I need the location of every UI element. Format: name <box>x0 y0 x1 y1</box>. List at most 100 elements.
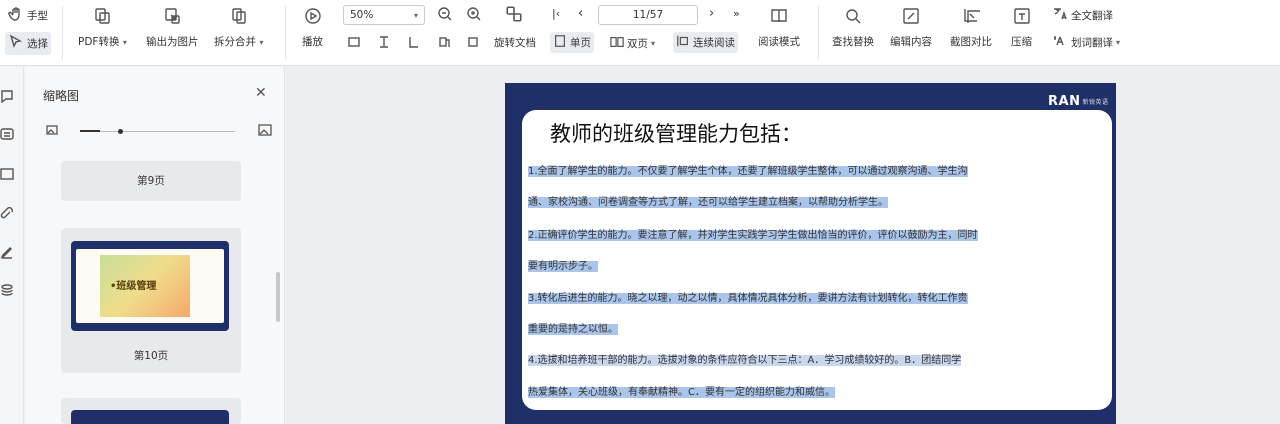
page-indicator: 11/57 <box>632 9 664 21</box>
annotation-panel-button[interactable] <box>0 167 14 181</box>
slider-handle[interactable] <box>118 129 123 134</box>
brand-logo: RAN 新锐英语 <box>1048 94 1109 109</box>
double-page-icon <box>610 35 624 52</box>
translate-icon <box>1052 6 1068 25</box>
book-icon <box>769 6 789 29</box>
screenshot-compare-label: 截图对比 <box>950 36 992 48</box>
pdf-convert-button[interactable]: PDF转换 ▾ <box>78 6 127 49</box>
next-page-button[interactable]: › <box>709 6 714 21</box>
slide-text-line[interactable]: 2.正确评价学生的能力。要注意了解，并对学生实践学习学生做出恰当的评价，评价以鼓… <box>528 228 978 244</box>
actual-size-icon <box>347 35 361 52</box>
chevron-down-icon: ▾ <box>122 38 127 47</box>
zoom-select[interactable]: 50% ▾ <box>343 5 425 25</box>
document-viewer[interactable]: RAN 新锐英语 教师的班级管理能力包括： 1.全面了解学生的能力。不仅要了解学生… <box>286 67 1280 424</box>
bookmark-panel-button[interactable] <box>0 89 14 106</box>
slide-page: RAN 新锐英语 教师的班级管理能力包括： 1.全面了解学生的能力。不仅要了解学生… <box>505 83 1116 424</box>
signature-panel-button[interactable] <box>0 245 14 259</box>
bookmark-icon <box>0 90 14 106</box>
slide-text-line[interactable]: 通、家校沟通、问卷调查等方式了解，还可以给学生建立档案，以帮助分析学生。 <box>528 195 888 211</box>
layers-panel-button[interactable] <box>0 283 14 297</box>
last-page-button[interactable]: » <box>733 7 740 20</box>
hand-tool-label: 手型 <box>27 10 48 22</box>
rotate-right-button[interactable] <box>466 35 480 52</box>
fit-height-icon <box>377 35 391 52</box>
fit-height-button[interactable] <box>377 35 391 52</box>
large-image-icon <box>257 122 273 141</box>
single-page-icon <box>553 34 567 51</box>
full-translate-button[interactable]: 全文翻译 <box>1052 6 1113 25</box>
toolbar-divider <box>62 6 63 60</box>
rotate-left-icon <box>437 35 451 52</box>
edit-content-label: 编辑内容 <box>890 36 932 48</box>
thumbnail-page-11[interactable] <box>61 398 241 424</box>
thumbnail-icon <box>0 128 14 144</box>
chevron-down-icon: ▾ <box>413 10 418 20</box>
attachment-panel-button[interactable] <box>0 207 14 221</box>
export-image-label: 输出为图片 <box>146 36 199 48</box>
split-merge-button[interactable]: 拆分合并 ▾ <box>214 6 263 49</box>
play-icon <box>303 6 323 29</box>
double-page-label: 双页 <box>627 38 648 50</box>
export-image-button[interactable]: 输出为图片 <box>146 6 199 49</box>
pdf-convert-label: PDF转换 <box>78 36 120 48</box>
pen-icon <box>0 247 14 262</box>
single-page-button[interactable]: 单页 <box>550 32 594 53</box>
play-button[interactable]: 播放 <box>302 6 323 49</box>
zoom-out-button[interactable] <box>437 6 453 25</box>
slide-text-line[interactable]: 4.选拔和培养班干部的能力。选拔对象的条件应符合以下三点：A．学习成绩较好的。B… <box>528 353 962 369</box>
slider-fill <box>80 130 100 132</box>
search-icon <box>843 6 863 29</box>
single-page-label: 单页 <box>570 37 591 49</box>
slide-text-line[interactable]: 重要的是持之以恒。 <box>528 322 618 338</box>
thumbnail-panel: 缩略图 ✕ 第9页 •班级管理 第10页 <box>25 67 285 424</box>
thumbnail-preview <box>71 410 229 424</box>
rotate-left-button[interactable] <box>437 35 451 52</box>
slide-text-line[interactable]: 3.转化后进生的能力。晓之以理，动之以情，具体情况具体分析，要讲方法有计划转化，… <box>528 291 968 307</box>
word-translate-label: 划词翻译 <box>1071 37 1113 49</box>
word-translate-icon <box>1052 33 1068 52</box>
select-tool-button[interactable]: 选择 <box>5 32 51 55</box>
chevron-right-icon: › <box>709 6 715 21</box>
zoom-in-icon <box>466 6 482 25</box>
slide-heading[interactable]: 教师的班级管理能力包括： <box>550 118 802 148</box>
thumbnail-label: 第10页 <box>133 350 169 362</box>
slide-text-line[interactable]: 热爱集体，关心班级，有奉献精神。C．要有一定的组织能力和威信。 <box>528 385 835 401</box>
reading-mode-button[interactable]: 阅读模式 <box>758 6 800 49</box>
prev-page-button[interactable]: ‹ <box>578 6 583 21</box>
thumbnail-page-9[interactable]: 第9页 <box>61 161 241 201</box>
split-merge-label: 拆分合并 <box>214 36 256 48</box>
find-replace-button[interactable]: 查找替换 <box>832 6 874 49</box>
zoom-in-button[interactable] <box>466 6 482 25</box>
rotate-doc-label: 旋转文档 <box>494 37 536 49</box>
actual-size-button[interactable] <box>347 35 361 52</box>
thumbnail-page-10[interactable]: •班级管理 第10页 <box>61 228 241 373</box>
hand-tool-button[interactable]: 手型 <box>8 6 48 25</box>
compress-label: 压缩 <box>1011 36 1032 48</box>
last-page-icon: » <box>733 7 740 20</box>
close-icon[interactable]: ✕ <box>255 85 267 101</box>
screenshot-compare-button[interactable]: 截图对比 <box>950 6 992 49</box>
rotate-doc-button[interactable]: 旋转文档 <box>494 35 536 50</box>
slide-text-line[interactable]: 1.全面了解学生的能力。不仅要了解学生个体，还要了解班级学生整体，可以通过观察沟… <box>528 164 968 180</box>
pdf-convert-icon <box>92 6 112 29</box>
hand-icon <box>8 6 24 25</box>
first-page-button[interactable]: |‹ <box>552 7 560 20</box>
panel-scrollbar[interactable] <box>276 272 280 322</box>
double-page-button[interactable]: 双页 ▾ <box>610 35 655 52</box>
thumbnail-size-slider[interactable] <box>45 123 273 139</box>
continuous-read-icon <box>676 34 690 51</box>
cursor-icon <box>8 34 24 53</box>
fit-width-button[interactable] <box>407 35 421 52</box>
slide-text-line[interactable]: 要有明示步子。 <box>528 259 598 275</box>
thumbnail-panel-button[interactable] <box>0 127 14 141</box>
fit-width-icon <box>407 35 421 52</box>
screenshot-icon <box>961 6 981 29</box>
continuous-read-button[interactable]: 连续阅读 <box>673 32 738 53</box>
chevron-down-icon: ▾ <box>259 38 264 47</box>
compress-button[interactable]: 压缩 <box>1011 6 1032 49</box>
full-translate-label: 全文翻译 <box>1071 10 1113 22</box>
fit-page-button[interactable] <box>505 5 523 26</box>
word-translate-button[interactable]: 划词翻译 ▾ <box>1052 33 1120 52</box>
edit-content-button[interactable]: 编辑内容 <box>890 6 932 49</box>
page-number-input[interactable]: 11/57 <box>598 5 698 25</box>
